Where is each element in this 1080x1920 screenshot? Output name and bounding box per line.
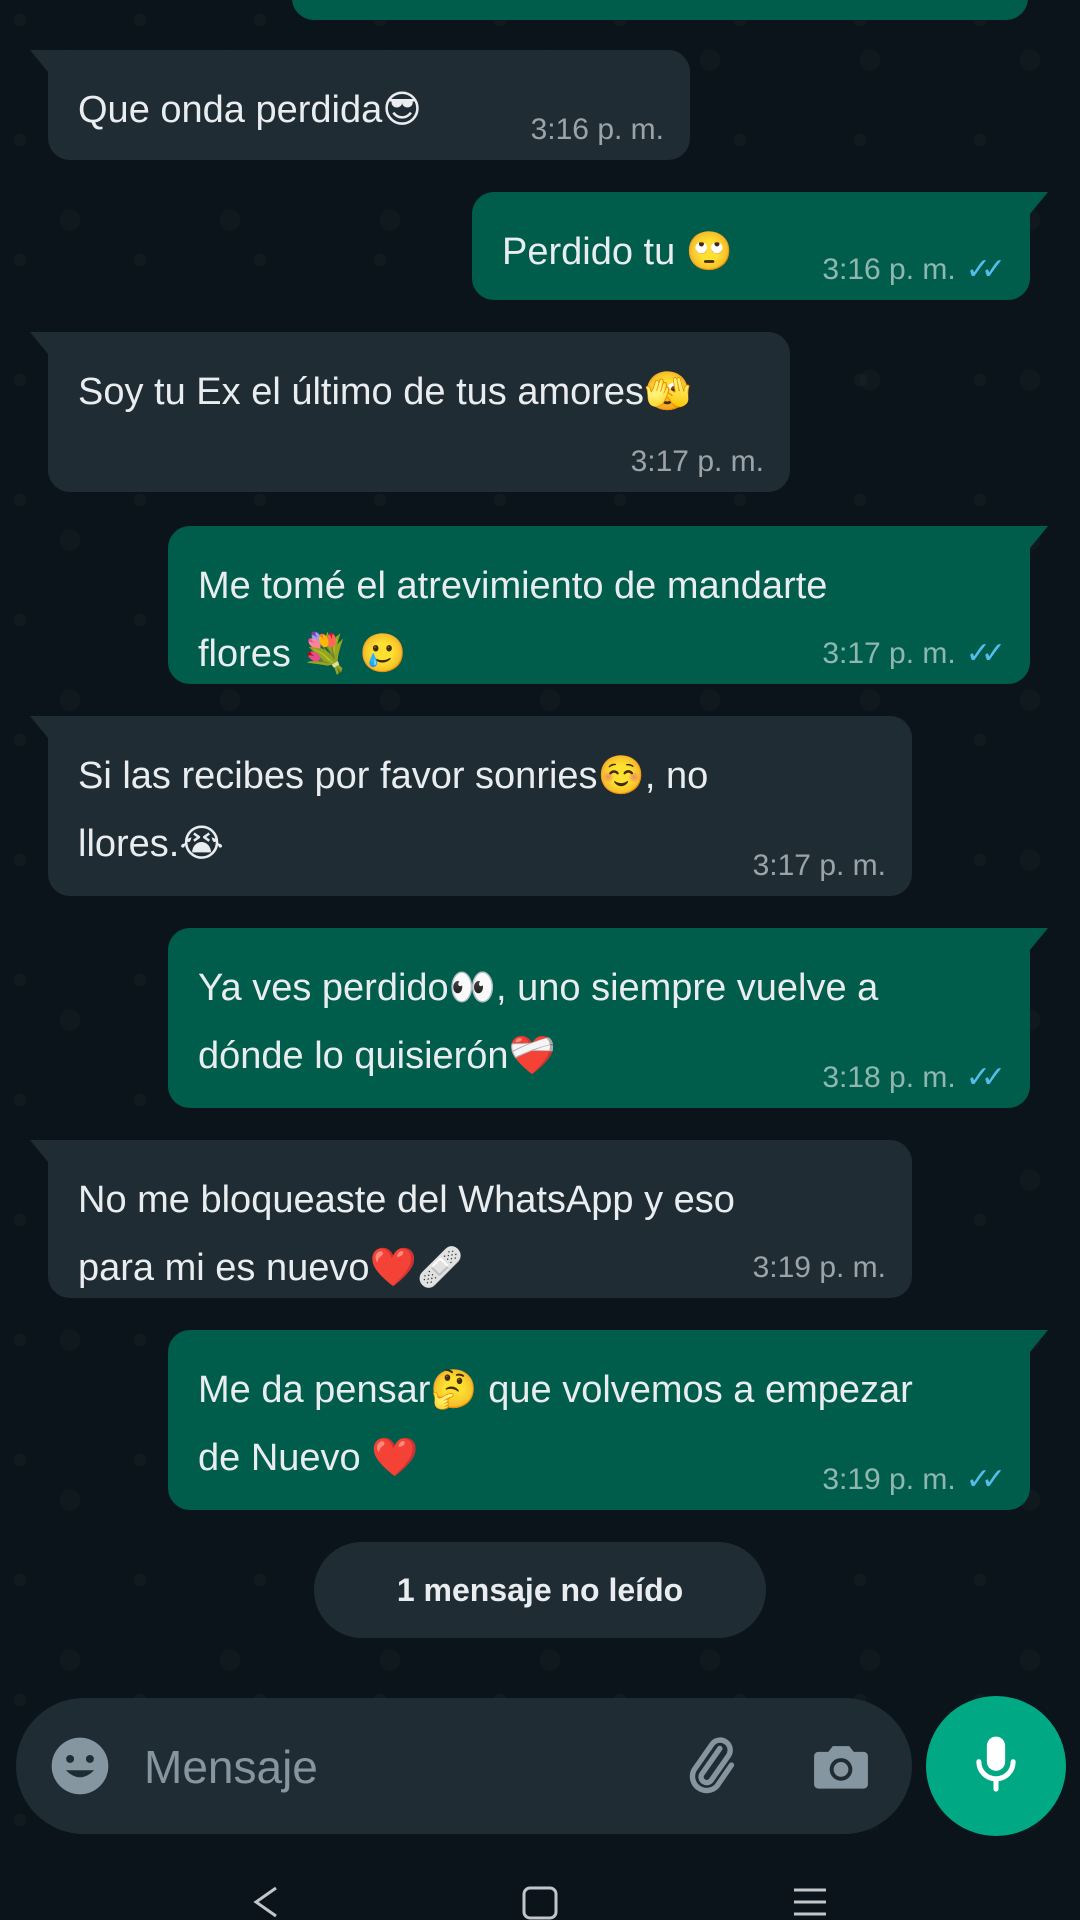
outgoing-message[interactable]: Me da pensar🤔 que volvemos a empezar de … xyxy=(168,1330,1048,1510)
system-navigation-bar xyxy=(0,1860,1080,1920)
message-text: Si las recibes por favor sonries☺️, no l… xyxy=(78,755,709,865)
outgoing-message[interactable]: Perdido tu 🙄 3:16 p. m. ✓✓ xyxy=(472,192,1048,300)
incoming-message[interactable]: Si las recibes por favor sonries☺️, no l… xyxy=(30,716,912,896)
message-meta: 3:19 p. m. xyxy=(753,1250,886,1286)
message-text: Perdido tu 🙄 xyxy=(502,231,734,273)
nav-back-icon[interactable] xyxy=(246,1884,286,1920)
bubble-tail xyxy=(30,716,48,738)
message-time: 3:17 p. m. xyxy=(630,445,764,478)
read-receipt-icon: ✓✓ xyxy=(965,1463,1006,1496)
message-text: No me bloqueaste del WhatsApp y eso para… xyxy=(78,1179,735,1289)
message-meta: 3:17 p. m. xyxy=(631,444,764,480)
message-meta: 3:18 p. m. ✓✓ xyxy=(822,1060,1006,1096)
nav-home-icon[interactable] xyxy=(520,1884,560,1920)
incoming-message[interactable]: Que onda perdida😎 3:16 p. m. xyxy=(30,50,690,160)
message-text: Me tomé el atrevimiento de mandarte flor… xyxy=(198,565,828,675)
message-meta: 3:17 p. m. ✓✓ xyxy=(822,636,1006,672)
voice-message-button[interactable] xyxy=(926,1696,1066,1836)
read-receipt-icon: ✓✓ xyxy=(965,637,1006,670)
camera-icon[interactable] xyxy=(806,1732,876,1800)
bubble-tail xyxy=(1030,192,1048,214)
bubble-tail xyxy=(1030,526,1048,548)
outgoing-message[interactable]: Me tomé el atrevimiento de mandarte flor… xyxy=(168,526,1048,684)
incoming-message[interactable]: Soy tu Ex el último de tus amores🫣 3:17 … xyxy=(30,332,790,492)
message-meta: 3:16 p. m. xyxy=(531,112,664,148)
message-time: 3:17 p. m. xyxy=(822,637,956,670)
message-text: Ya ves perdido👀, uno siempre vuelve a dó… xyxy=(198,967,879,1077)
message-time: 3:17 p. m. xyxy=(752,849,886,882)
unread-messages-indicator[interactable]: 1 mensaje no leído xyxy=(314,1542,766,1638)
message-meta: 3:16 p. m. ✓✓ xyxy=(822,252,1006,288)
message-meta: 3:17 p. m. xyxy=(753,848,886,884)
message-time: 3:18 p. m. xyxy=(822,1061,956,1094)
previous-outgoing-bubble-partial xyxy=(292,0,1028,20)
message-input[interactable]: Mensaje xyxy=(144,1740,318,1794)
bubble-tail xyxy=(1030,928,1048,950)
message-composer[interactable]: Mensaje xyxy=(16,1698,912,1834)
emoji-icon[interactable] xyxy=(46,1732,114,1800)
message-text: Me da pensar🤔 que volvemos a empezar de … xyxy=(198,1369,913,1479)
incoming-message[interactable]: No me bloqueaste del WhatsApp y eso para… xyxy=(30,1140,912,1298)
bubble-tail xyxy=(30,1140,48,1162)
message-text: Que onda perdida😎 xyxy=(78,89,422,131)
bubble-tail xyxy=(1030,1330,1048,1352)
message-time: 3:16 p. m. xyxy=(822,253,956,286)
message-list[interactable]: Que onda perdida😎 3:16 p. m. Perdido tu … xyxy=(0,0,1080,1690)
message-time: 3:19 p. m. xyxy=(822,1463,956,1496)
outgoing-message[interactable]: Ya ves perdido👀, uno siempre vuelve a dó… xyxy=(168,928,1048,1108)
message-time: 3:19 p. m. xyxy=(752,1251,886,1284)
bubble-tail xyxy=(30,332,48,354)
bubble-tail xyxy=(30,50,48,72)
microphone-icon xyxy=(968,1732,1024,1801)
message-meta: 3:19 p. m. ✓✓ xyxy=(822,1462,1006,1498)
read-receipt-icon: ✓✓ xyxy=(965,253,1006,286)
nav-recents-icon[interactable] xyxy=(790,1884,830,1920)
message-text: Soy tu Ex el último de tus amores🫣 xyxy=(78,371,692,413)
read-receipt-icon: ✓✓ xyxy=(965,1061,1006,1094)
message-time: 3:16 p. m. xyxy=(530,113,664,146)
paperclip-icon[interactable] xyxy=(676,1732,744,1800)
